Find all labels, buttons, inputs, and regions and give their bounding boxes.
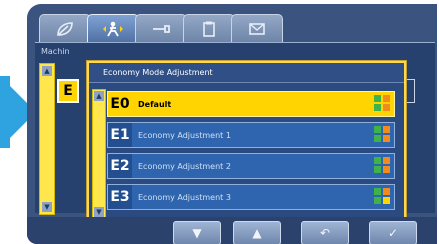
item-code: E2 [108,154,132,178]
confirm-button[interactable]: ✓ [369,221,417,244]
arrow-down-icon: ▼ [192,226,202,240]
tab-bar [37,14,327,44]
down-button[interactable]: ▼ [173,221,221,244]
tab-mail[interactable] [231,14,283,43]
tab-eco[interactable] [39,14,91,43]
item-code: E3 [108,185,132,209]
operator-icon [103,21,123,37]
scroll-up-icon[interactable]: ▲ [94,91,104,101]
list-scrollbar[interactable]: ▲ ▼ [92,89,106,219]
current-mode-badge: E [57,79,79,103]
level-indicator [374,95,390,111]
footer-bar: ▼ ▲ ↶ ✓ [27,217,437,244]
level-indicator [374,188,390,204]
tab-tool[interactable] [135,14,187,43]
checkmark-icon: ✓ [387,226,399,240]
scroll-down-icon[interactable]: ▼ [94,207,104,217]
tab-clipboard[interactable] [183,14,235,43]
leaf-icon [57,22,73,36]
level-indicator [374,157,390,173]
arrow-up-icon: ▲ [252,226,262,240]
item-code: E1 [108,123,132,147]
list-item-e2[interactable]: E2 Economy Adjustment 2 [107,153,395,179]
panel-label: Machin [41,47,70,56]
item-label: Economy Adjustment 2 [138,161,231,171]
return-icon: ↶ [319,226,331,240]
clipboard-icon [203,21,215,37]
back-button[interactable]: ↶ [301,221,349,244]
scroll-down-icon[interactable]: ▼ [42,202,52,212]
display-screen: Machin ▲ ▼ E Economy Mode Adjustment ▲ ▼… [27,4,437,244]
list-item-e3[interactable]: E3 Economy Adjustment 3 [107,184,395,210]
mail-icon [249,23,265,35]
scroll-up-icon[interactable]: ▲ [42,66,52,76]
list-item-e1[interactable]: E1 Economy Adjustment 1 [107,122,395,148]
tab-operator[interactable] [87,14,139,43]
dialog-title: Economy Mode Adjustment [89,63,404,83]
item-label: Default [138,99,172,109]
list-item-e0[interactable]: E0 Default [107,91,395,117]
item-label: Economy Adjustment 1 [138,130,231,140]
level-indicator [374,126,390,142]
item-label: Economy Adjustment 3 [138,192,231,202]
economy-mode-dialog: Economy Mode Adjustment ▲ ▼ E0 Default E… [87,61,406,225]
tool-icon [153,25,170,33]
background-scrollbar[interactable]: ▲ ▼ [39,63,55,215]
up-button[interactable]: ▲ [233,221,281,244]
item-code: E0 [108,92,132,116]
